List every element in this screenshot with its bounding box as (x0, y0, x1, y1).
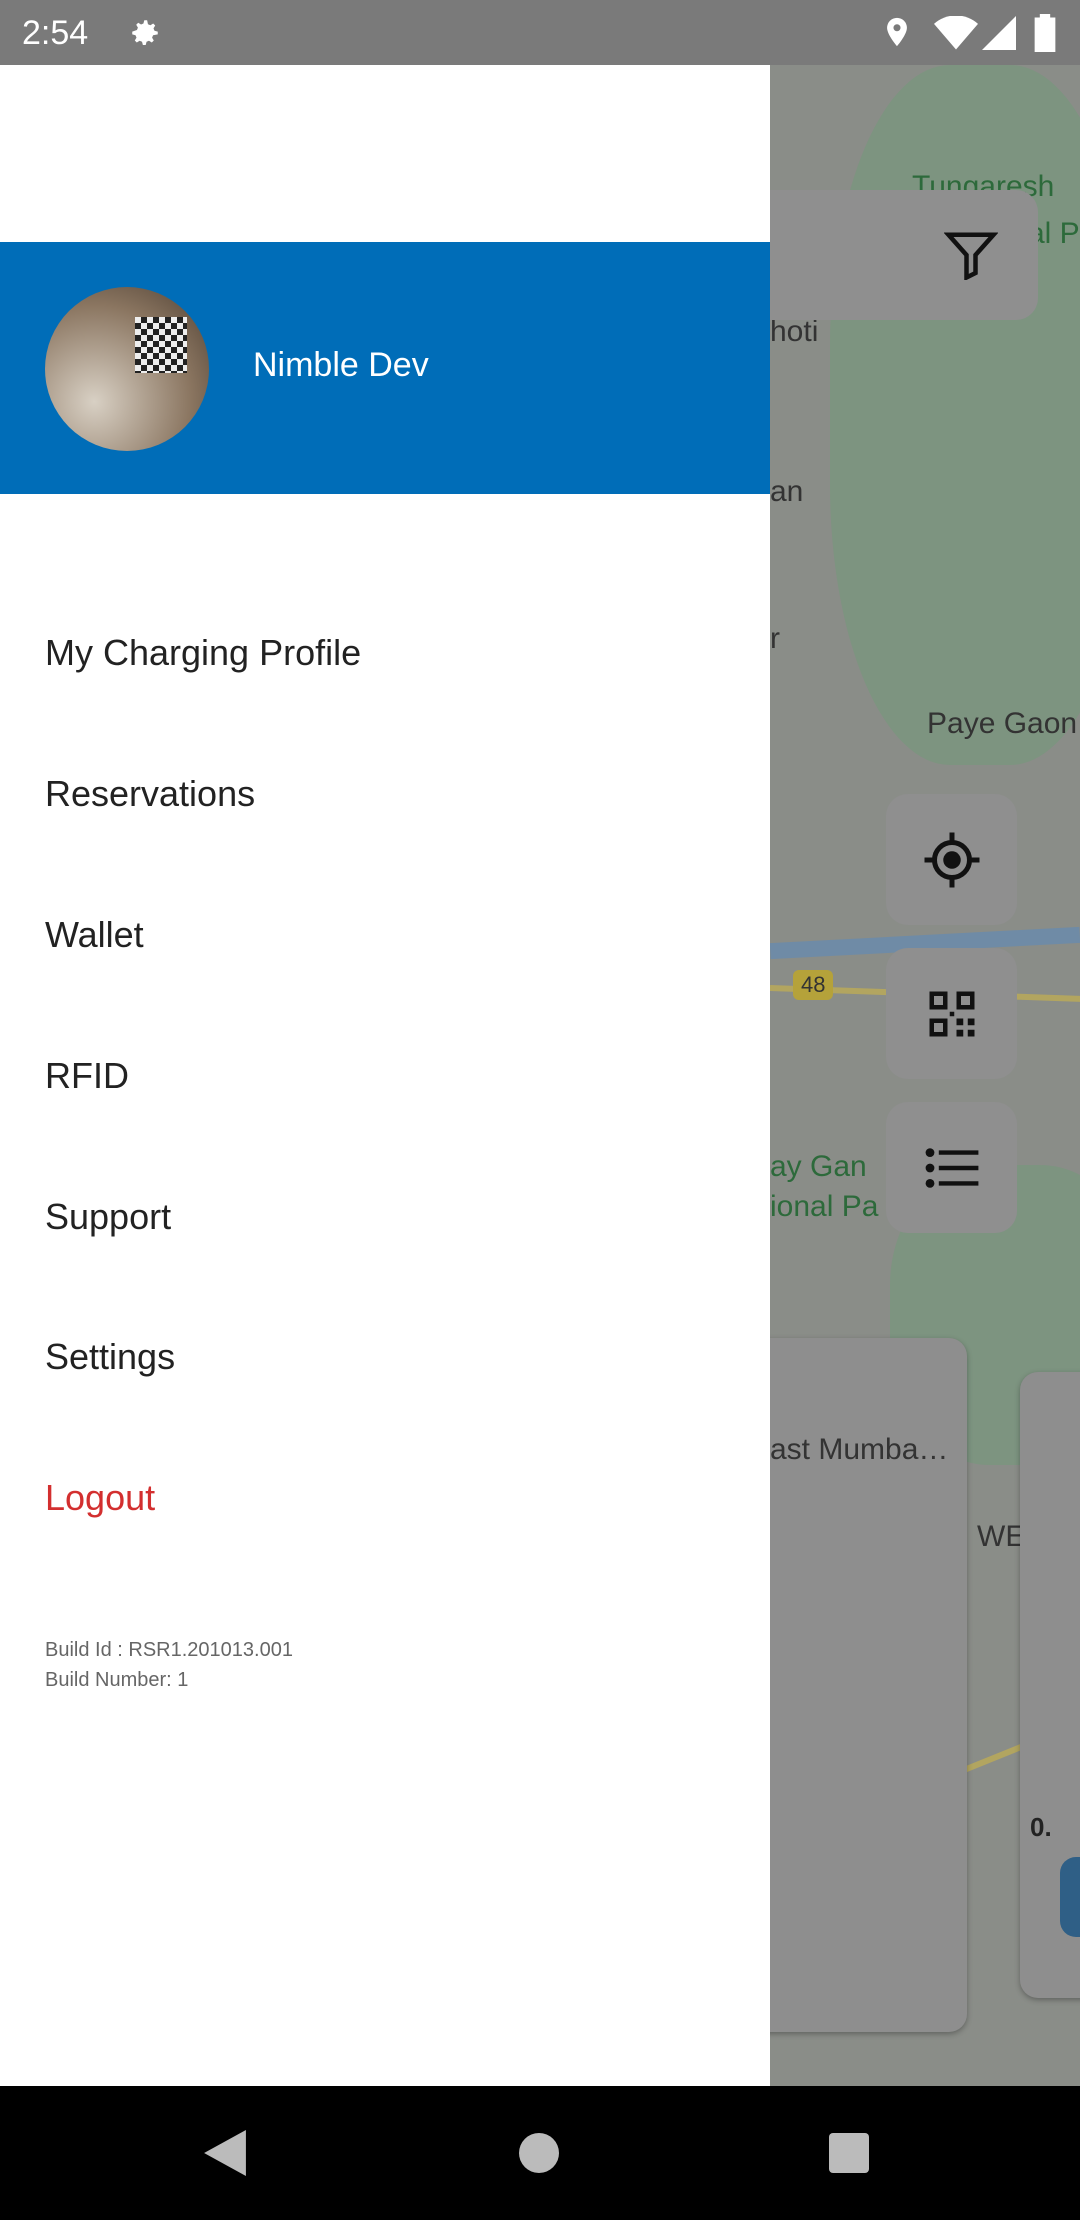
signal-icon (982, 16, 1016, 50)
my-location-icon (924, 832, 979, 887)
status-bar: 2:54 (0, 0, 1080, 65)
list-view-button[interactable] (886, 1102, 1017, 1233)
qr-code-icon (929, 991, 974, 1036)
menu-item-my-charging-profile[interactable]: My Charging Profile (45, 632, 361, 674)
wifi-icon (934, 16, 978, 50)
station-action-button[interactable] (1060, 1857, 1080, 1937)
menu-item-support[interactable]: Support (45, 1196, 171, 1238)
menu-item-wallet[interactable]: Wallet (45, 914, 144, 956)
station-value: 0. (1030, 1812, 1052, 1842)
location-icon (887, 17, 907, 47)
system-nav-bar (0, 2086, 1080, 2220)
map-view[interactable]: Tungaresh al P hoti an r Paye Gaon 48 ay… (770, 65, 1080, 2086)
battery-icon (1034, 14, 1056, 52)
back-icon[interactable] (204, 2130, 246, 2176)
menu-item-rfid[interactable]: RFID (45, 1055, 129, 1097)
filter-button[interactable] (770, 190, 1038, 320)
station-card-next[interactable]: 0. (1020, 1372, 1080, 1998)
my-location-button[interactable] (886, 794, 1017, 925)
list-icon (925, 1147, 978, 1188)
filter-icon (944, 232, 998, 280)
map-label: an (770, 475, 804, 508)
highway-badge: 48 (793, 970, 834, 1000)
map-label: hoti (770, 315, 819, 348)
status-time: 2:54 (22, 14, 89, 52)
map-label: r (770, 622, 780, 655)
menu-item-logout[interactable]: Logout (45, 1477, 155, 1519)
navigation-drawer: Nimble Dev My Charging Profile Reservati… (0, 65, 770, 2086)
home-icon[interactable] (518, 2132, 560, 2174)
station-address: ast Mumba… (770, 1433, 949, 1466)
drawer-header: Nimble Dev (0, 242, 770, 494)
map-label: ional Pa (770, 1190, 879, 1223)
build-id: Build Id : RSR1.201013.001 (45, 1639, 293, 1661)
build-number: Build Number: 1 (45, 1669, 189, 1691)
map-label: Paye Gaon (927, 707, 1078, 740)
recents-icon[interactable] (829, 2133, 869, 2173)
station-card[interactable]: ast Mumba… (770, 1338, 967, 2032)
avatar[interactable] (45, 287, 209, 451)
map-label: ay Gan (770, 1150, 867, 1183)
settings-icon (132, 20, 158, 46)
user-name: Nimble Dev (253, 346, 429, 384)
qr-scan-button[interactable] (886, 948, 1017, 1079)
menu-item-settings[interactable]: Settings (45, 1336, 175, 1378)
menu-item-reservations[interactable]: Reservations (45, 773, 255, 815)
